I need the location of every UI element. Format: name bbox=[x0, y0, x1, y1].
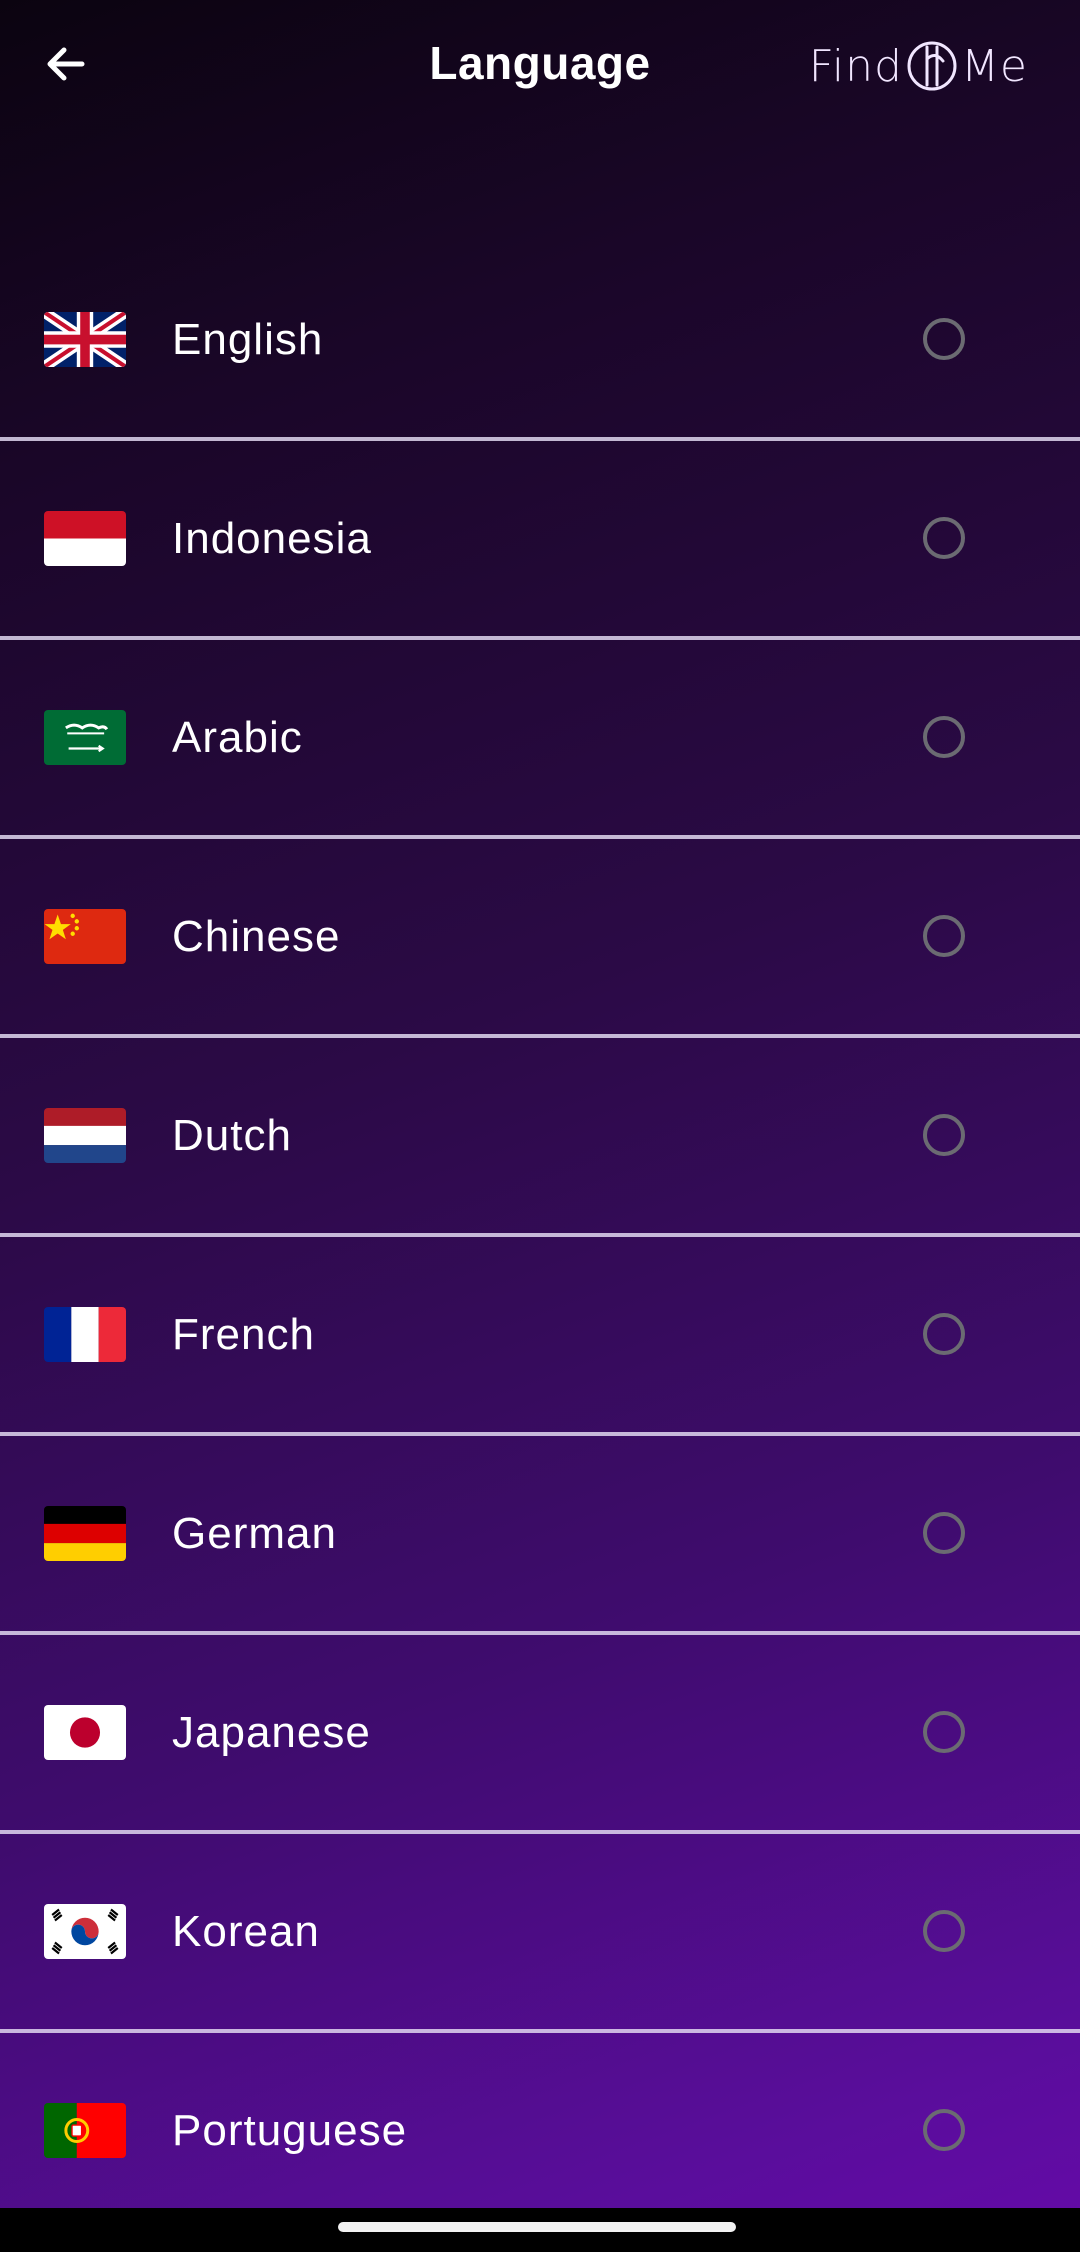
netherlands-flag-icon bbox=[44, 1108, 126, 1163]
south-korea-flag-icon bbox=[44, 1904, 126, 1959]
language-option-english[interactable]: English bbox=[0, 242, 1080, 441]
home-indicator[interactable] bbox=[338, 2222, 736, 2232]
language-option-german[interactable]: German bbox=[0, 1436, 1080, 1635]
radio-button[interactable] bbox=[923, 915, 965, 957]
language-label: Chinese bbox=[172, 912, 341, 961]
language-option-french[interactable]: French bbox=[0, 1237, 1080, 1436]
radio-button[interactable] bbox=[923, 318, 965, 360]
radio-button[interactable] bbox=[923, 1313, 965, 1355]
germany-flag-icon bbox=[44, 1506, 126, 1561]
radio-button[interactable] bbox=[923, 2109, 965, 2151]
language-label: Dutch bbox=[172, 1111, 292, 1160]
japan-flag-icon bbox=[44, 1705, 126, 1760]
language-label: Portuguese bbox=[172, 2106, 408, 2155]
radio-button[interactable] bbox=[923, 1711, 965, 1753]
app-header: Language Find Me bbox=[0, 0, 1080, 130]
language-option-dutch[interactable]: Dutch bbox=[0, 1038, 1080, 1237]
radio-button[interactable] bbox=[923, 517, 965, 559]
language-label: Japanese bbox=[172, 1708, 371, 1757]
france-flag-icon bbox=[44, 1307, 126, 1362]
language-label: German bbox=[172, 1509, 337, 1558]
language-list: English Indonesia Arabic Chinese Dutch F… bbox=[0, 242, 1080, 2228]
logo-text-find: Find bbox=[808, 40, 903, 92]
language-option-arabic[interactable]: Arabic bbox=[0, 640, 1080, 839]
language-label: Arabic bbox=[172, 713, 303, 762]
language-label: French bbox=[172, 1310, 315, 1359]
language-option-portuguese[interactable]: Portuguese bbox=[0, 2033, 1080, 2228]
radio-button[interactable] bbox=[923, 1512, 965, 1554]
saudi-arabia-flag-icon bbox=[44, 710, 126, 765]
radio-button[interactable] bbox=[923, 1114, 965, 1156]
language-screen: Language Find Me English Indonesia Arabi… bbox=[0, 0, 1080, 2252]
findme-logo-mark-icon bbox=[907, 41, 957, 91]
radio-button[interactable] bbox=[923, 716, 965, 758]
china-flag-icon bbox=[44, 909, 126, 964]
language-option-japanese[interactable]: Japanese bbox=[0, 1635, 1080, 1834]
radio-button[interactable] bbox=[923, 1910, 965, 1952]
language-label: English bbox=[172, 315, 324, 364]
system-navigation-bar bbox=[0, 2208, 1080, 2252]
indonesia-flag-icon bbox=[44, 511, 126, 566]
portugal-flag-icon bbox=[44, 2103, 126, 2158]
language-label: Indonesia bbox=[172, 514, 372, 563]
language-option-chinese[interactable]: Chinese bbox=[0, 839, 1080, 1038]
language-option-korean[interactable]: Korean bbox=[0, 1834, 1080, 2033]
logo-text-me: Me bbox=[960, 40, 1028, 92]
uk-flag-icon bbox=[44, 312, 126, 367]
findme-logo: Find Me bbox=[809, 38, 1028, 94]
language-label: Korean bbox=[172, 1907, 320, 1956]
language-option-indonesia[interactable]: Indonesia bbox=[0, 441, 1080, 640]
